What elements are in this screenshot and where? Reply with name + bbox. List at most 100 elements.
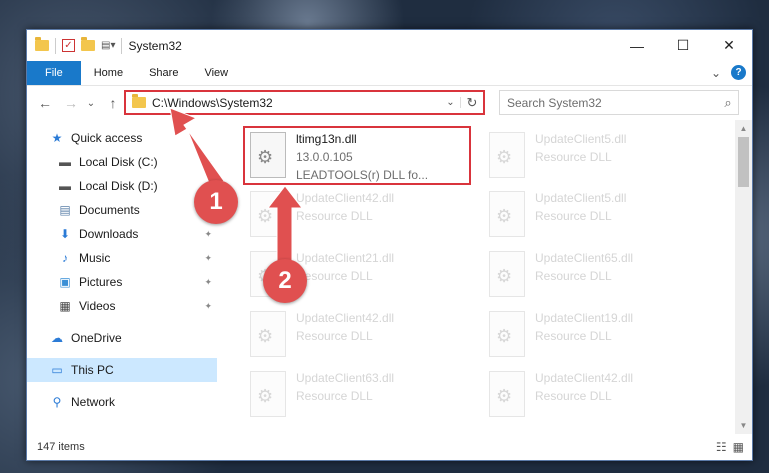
sidebar-item-onedrive[interactable]: ☁ OneDrive	[27, 326, 217, 350]
file-tile[interactable]: UpdateClient42.dll Resource DLL	[485, 367, 713, 425]
sidebar-item-label: Videos	[79, 299, 116, 313]
star-icon: ★	[51, 131, 63, 145]
file-tile[interactable]: UpdateClient65.dll Resource DLL	[485, 247, 713, 305]
search-icon[interactable]: ⌕	[718, 95, 738, 111]
back-arrow-icon[interactable]: ←	[35, 95, 55, 111]
file-tile[interactable]: UpdateClient42.dll Resource DLL	[246, 307, 474, 365]
selected-file-highlight	[243, 126, 471, 185]
title-bar: ✓ ▤▾ System32 — ☐ ✕	[27, 30, 752, 61]
pin-icon: ✦	[204, 156, 212, 167]
tiles-view-icon[interactable]: ▦	[733, 440, 744, 454]
search-box[interactable]: ⌕	[499, 90, 739, 115]
quick-access-toolbar: ✓ ▤▾	[27, 37, 123, 54]
music-icon: ♪	[62, 251, 68, 265]
pin-icon: ✦	[204, 252, 212, 263]
file-description: Resource DLL	[535, 209, 612, 223]
sidebar-item-label: Quick access	[71, 131, 143, 145]
sidebar-item-label: Local Disk (D:)	[79, 179, 158, 193]
folder-icon[interactable]	[35, 37, 49, 51]
sidebar-item-downloads[interactable]: ⬇ Downloads ✦	[27, 222, 217, 246]
file-tile[interactable]: UpdateClient42.dll Resource DLL	[246, 187, 474, 245]
details-view-icon[interactable]: ☷	[716, 440, 727, 454]
file-tile[interactable]: UpdateClient19.dll Resource DLL	[485, 307, 713, 365]
address-path[interactable]: C:\Windows\System32	[152, 96, 441, 110]
address-dropdown-icon[interactable]: ⌄	[441, 97, 461, 108]
file-description: Resource DLL	[535, 150, 612, 164]
sidebar-item-local-disk-c[interactable]: ▬ Local Disk (C:) ✦	[27, 150, 217, 174]
sidebar-item-this-pc[interactable]: ▭ This PC	[27, 358, 217, 382]
dll-file-icon	[250, 191, 286, 237]
file-tile[interactable]: UpdateClient63.dll Resource DLL	[246, 367, 474, 425]
view-buttons: ☷ ▦	[716, 440, 744, 454]
toolbar-separator	[121, 37, 123, 54]
documents-icon: ▤	[59, 203, 71, 217]
cloud-icon: ☁	[51, 331, 63, 345]
sidebar-item-label: Network	[71, 395, 116, 409]
pin-icon: ✦	[204, 228, 212, 239]
close-button[interactable]: ✕	[706, 30, 752, 61]
scroll-down-icon[interactable]: ▼	[735, 417, 752, 434]
sidebar-item-network[interactable]: ⚲ Network	[27, 390, 217, 414]
help-icon[interactable]: ?	[731, 65, 746, 80]
computer-icon: ▭	[51, 363, 63, 377]
file-description: Resource DLL	[535, 389, 612, 403]
videos-icon: ▦	[59, 299, 71, 313]
properties-icon[interactable]: ✓	[62, 39, 75, 52]
file-description: Resource DLL	[296, 389, 373, 403]
drive-icon: ▬	[59, 179, 71, 193]
ribbon-right-controls: ⌄ ?	[711, 65, 746, 80]
vertical-scrollbar[interactable]: ▲ ▼	[735, 120, 752, 434]
file-description: Resource DLL	[535, 269, 612, 283]
sidebar-item-label: OneDrive	[71, 331, 122, 345]
sidebar-item-label: Pictures	[79, 275, 123, 289]
refresh-icon[interactable]: ↻	[461, 95, 483, 111]
sidebar-item-label: Local Disk (C:)	[79, 155, 158, 169]
window-title: System32	[128, 38, 182, 53]
customize-toolbar-icon[interactable]: ▤▾	[101, 40, 115, 51]
dll-file-icon	[489, 371, 525, 417]
window-controls: — ☐ ✕	[614, 30, 752, 61]
search-input[interactable]	[507, 95, 718, 110]
item-count: 147 items	[37, 441, 85, 453]
tab-view[interactable]: View	[191, 61, 241, 85]
forward-arrow-icon[interactable]: →	[61, 95, 81, 111]
up-arrow-icon[interactable]: ↑	[103, 95, 123, 111]
scroll-thumb[interactable]	[738, 137, 749, 187]
address-bar[interactable]: C:\Windows\System32 ⌄ ↻	[124, 90, 485, 115]
file-name: UpdateClient21.dll	[296, 251, 395, 265]
sidebar-item-label: Music	[79, 251, 111, 265]
file-name: UpdateClient42.dll	[296, 191, 395, 205]
tab-home[interactable]: Home	[81, 61, 136, 85]
dll-file-icon	[489, 311, 525, 357]
sidebar-item-documents[interactable]: ▤ Documents ✦	[27, 198, 217, 222]
file-tile[interactable]: UpdateClient5.dll Resource DLL	[485, 187, 713, 245]
file-name: UpdateClient5.dll	[535, 191, 627, 205]
recent-locations-icon[interactable]: ⌄	[81, 98, 101, 109]
file-name: UpdateClient5.dll	[535, 132, 627, 146]
file-explorer-window: ✓ ▤▾ System32 — ☐ ✕ File Home Share View…	[26, 29, 753, 461]
tab-share[interactable]: Share	[136, 61, 191, 85]
minimize-button[interactable]: —	[614, 30, 660, 61]
new-folder-icon[interactable]	[81, 37, 95, 51]
sidebar-item-pictures[interactable]: ▣ Pictures ✦	[27, 270, 217, 294]
expand-ribbon-icon[interactable]: ⌄	[711, 66, 721, 80]
file-name: UpdateClient63.dll	[296, 371, 395, 385]
sidebar-item-videos[interactable]: ▦ Videos ✦	[27, 294, 217, 318]
scroll-up-icon[interactable]: ▲	[735, 120, 752, 137]
folder-icon	[132, 94, 146, 108]
step-1-badge: 1	[194, 180, 238, 224]
sidebar-item-music[interactable]: ♪ Music ✦	[27, 246, 217, 270]
status-bar: 147 items ☷ ▦	[27, 434, 752, 460]
sidebar-item-label: Documents	[79, 203, 140, 217]
sidebar-item-quick-access[interactable]: ★ Quick access	[27, 126, 217, 150]
pin-icon: ✦	[204, 300, 212, 311]
tab-file[interactable]: File	[27, 61, 81, 85]
file-tile[interactable]: UpdateClient5.dll Resource DLL	[485, 128, 713, 186]
sidebar-item-local-disk-d[interactable]: ▬ Local Disk (D:)	[27, 174, 217, 198]
file-name: UpdateClient19.dll	[535, 311, 634, 325]
maximize-button[interactable]: ☐	[660, 30, 706, 61]
pin-icon: ✦	[204, 276, 212, 287]
dll-file-icon	[250, 311, 286, 357]
address-row: ← → ⌄ ↑ C:\Windows\System32 ⌄ ↻ ⌕	[27, 86, 752, 120]
file-name: UpdateClient42.dll	[296, 311, 395, 325]
